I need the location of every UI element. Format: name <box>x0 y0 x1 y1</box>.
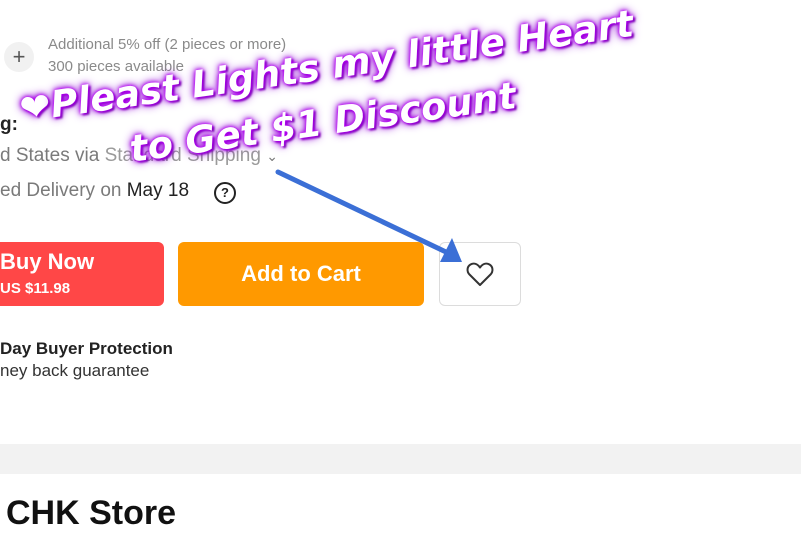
promo-arrow <box>275 169 462 262</box>
